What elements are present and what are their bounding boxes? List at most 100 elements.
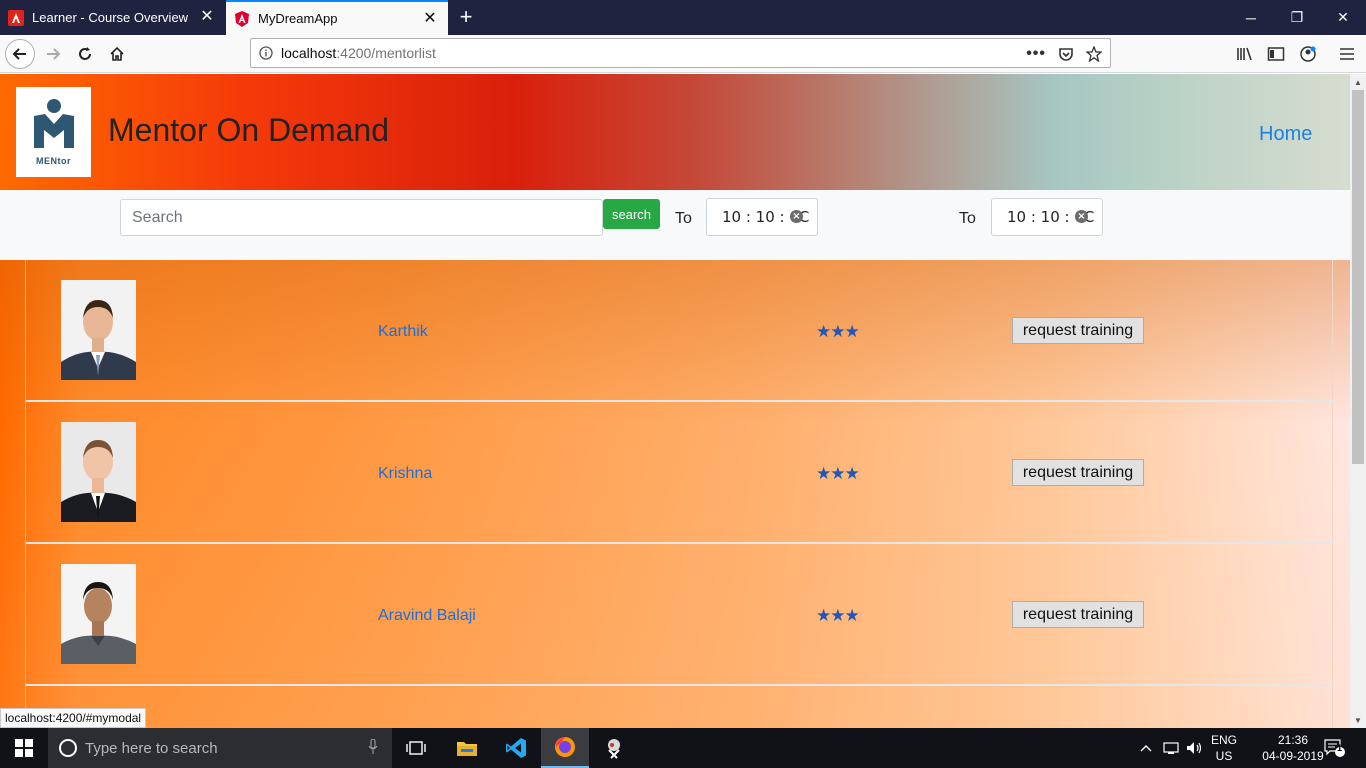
back-button[interactable] xyxy=(5,39,35,69)
start-button[interactable] xyxy=(0,728,48,768)
taskbar-search[interactable]: Type here to search xyxy=(48,728,392,768)
chevron-up-icon xyxy=(1140,745,1152,752)
scrollbar-thumb[interactable] xyxy=(1352,90,1364,464)
task-view-button[interactable] xyxy=(392,728,440,768)
taskbar-search-placeholder: Type here to search xyxy=(85,739,218,757)
search-button[interactable]: search xyxy=(603,199,660,229)
mentor-logo-icon xyxy=(33,99,74,148)
microphone-icon[interactable] xyxy=(368,739,378,755)
menu-icon[interactable] xyxy=(1337,44,1357,64)
mentor-name-link[interactable]: Aravind Balaji xyxy=(378,607,476,625)
site-header: MENtor Mentor On Demand Home xyxy=(0,74,1350,190)
page-scrollbar[interactable]: ▲ ▼ xyxy=(1350,74,1366,728)
to-label: To xyxy=(675,210,692,227)
url-host: localhost xyxy=(281,45,337,61)
sidebar-icon[interactable] xyxy=(1266,44,1286,64)
scroll-down-icon[interactable]: ▼ xyxy=(1350,712,1366,728)
rating-stars: ★★★ xyxy=(816,464,860,483)
task-view-icon xyxy=(406,741,426,755)
mentor-photo xyxy=(61,564,136,664)
logo-text: MENtor xyxy=(36,156,71,166)
firefox-icon xyxy=(555,737,575,757)
brand-title: Mentor On Demand xyxy=(108,112,390,148)
vscode-icon xyxy=(506,738,526,758)
rating-stars: ★★★ xyxy=(816,322,860,341)
system-clock[interactable]: 21:36 04-09-2019 xyxy=(1262,732,1324,764)
clock-time: 21:36 xyxy=(1277,733,1309,747)
home-link[interactable]: Home xyxy=(1259,123,1312,146)
request-training-button[interactable]: request training xyxy=(1012,317,1144,344)
clear-icon[interactable]: × xyxy=(1075,210,1088,223)
mentor-row: Aravind Balaji ★★★ request training xyxy=(26,544,1334,686)
volume-icon[interactable] xyxy=(1186,728,1204,768)
notification-icon xyxy=(1324,739,1345,757)
tab-title: MyDreamApp xyxy=(258,11,338,26)
tab-mydreamapp[interactable]: MyDreamApp ✕ xyxy=(226,0,448,35)
language-indicator[interactable]: ENG US xyxy=(1210,732,1238,764)
close-tab-icon[interactable]: ✕ xyxy=(199,9,215,25)
windows-logo-icon xyxy=(15,739,33,757)
search-input[interactable] xyxy=(120,199,603,236)
network-icon[interactable] xyxy=(1163,728,1181,768)
firefox-button[interactable] xyxy=(541,728,589,768)
url-path: :4200/mentorlist xyxy=(336,45,436,61)
show-hidden-icons[interactable] xyxy=(1140,728,1152,768)
new-tab-icon[interactable]: + xyxy=(455,6,477,28)
bookmark-star-icon[interactable] xyxy=(1086,46,1102,62)
page-actions-icon[interactable]: ••• xyxy=(1026,45,1046,63)
back-arrow-icon xyxy=(12,48,26,60)
request-training-button[interactable]: request training xyxy=(1012,601,1144,628)
to-label: To xyxy=(959,210,976,227)
status-url: localhost:4200/#mymodal xyxy=(0,708,147,728)
mentor-logo[interactable]: MENtor xyxy=(16,87,91,177)
mentor-name-link[interactable]: Krishna xyxy=(378,465,432,483)
close-tab-icon[interactable]: ✕ xyxy=(422,11,438,27)
time-input-start[interactable]: 10 : 10 : 0C × xyxy=(706,198,818,236)
mentor-list: Karthik ★★★ request training Krishna ★★★… xyxy=(0,260,1350,728)
mentor-photo xyxy=(61,280,136,380)
account-icon[interactable] xyxy=(1298,44,1318,64)
vscode-button[interactable] xyxy=(492,728,540,768)
action-center-button[interactable]: 1 xyxy=(1324,728,1346,768)
mentor-name-link[interactable]: Karthik xyxy=(378,323,428,341)
browser-nav-bar: localhost:4200/mentorlist ••• xyxy=(0,35,1366,73)
mentor-row: Karthik ★★★ request training xyxy=(26,260,1334,402)
home-icon xyxy=(110,46,124,61)
restore-icon[interactable]: ❐ xyxy=(1274,0,1320,35)
time-input-end[interactable]: 10 : 10 : 0C × xyxy=(991,198,1103,236)
mentor-list-inner: Karthik ★★★ request training Krishna ★★★… xyxy=(25,260,1334,728)
library-icon[interactable] xyxy=(1235,44,1255,64)
screen: Learner - Course Overview ✕ MyDreamApp ✕… xyxy=(0,0,1366,768)
request-training-button[interactable]: request training xyxy=(1012,459,1144,486)
angular-icon xyxy=(234,10,250,27)
clear-icon[interactable]: × xyxy=(790,210,803,223)
tab-title: Learner - Course Overview xyxy=(32,10,189,25)
rating-stars: ★★★ xyxy=(816,606,860,625)
lang-line1: ENG xyxy=(1210,733,1237,747)
scroll-up-icon[interactable]: ▲ xyxy=(1350,74,1366,90)
notification-count: 1 xyxy=(1337,743,1343,753)
close-window-icon[interactable]: ✕ xyxy=(1320,0,1366,35)
browser-tab-bar: Learner - Course Overview ✕ MyDreamApp ✕… xyxy=(0,0,1366,35)
folder-icon xyxy=(457,742,477,756)
clock-date: 04-09-2019 xyxy=(1262,749,1324,763)
search-bar: search To 10 : 10 : 0C × To 10 : 10 : 0C… xyxy=(0,190,1350,260)
pocket-icon[interactable] xyxy=(1058,46,1074,62)
site-info-icon[interactable] xyxy=(251,46,281,60)
file-explorer-button[interactable] xyxy=(443,728,491,768)
windows-taskbar: Type here to search ENG US 21:36 04-09-2… xyxy=(0,728,1366,768)
forward-button[interactable] xyxy=(38,39,68,69)
minimize-icon[interactable]: ─ xyxy=(1228,0,1274,35)
forward-arrow-icon xyxy=(47,48,61,60)
cortana-icon xyxy=(59,739,77,757)
home-button[interactable] xyxy=(102,39,132,69)
adobe-icon xyxy=(8,9,24,26)
reload-button[interactable] xyxy=(70,39,100,69)
snipping-tool-button[interactable] xyxy=(590,728,638,768)
address-bar[interactable]: localhost:4200/mentorlist ••• xyxy=(250,38,1111,68)
tab-learner[interactable]: Learner - Course Overview ✕ xyxy=(0,0,225,35)
page-content: MENtor Mentor On Demand Home search To 1… xyxy=(0,74,1350,728)
mentor-row: Krishna ★★★ request training xyxy=(26,402,1334,544)
lang-line2: US xyxy=(1215,749,1233,763)
snipping-tool-icon xyxy=(608,739,620,759)
